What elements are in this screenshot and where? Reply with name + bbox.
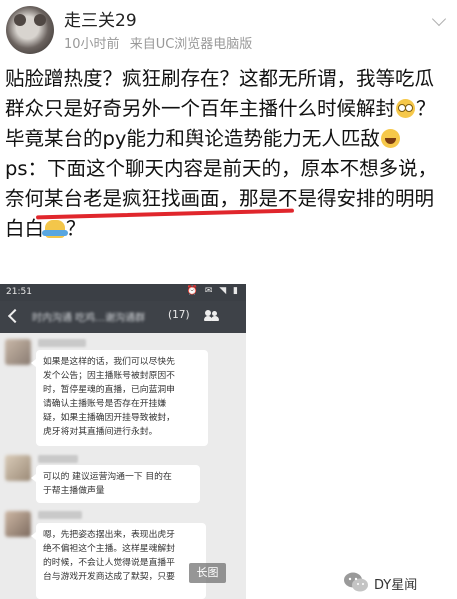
sender-avatar	[5, 455, 31, 481]
watermark-text: DY星闻	[374, 578, 418, 593]
message-line: 于帮主播做声量	[43, 486, 105, 496]
sender-name-blurred	[38, 455, 78, 463]
long-image-badge[interactable]: 长图	[189, 563, 226, 583]
message-line: 如果是这样的话，我们可以尽快先	[43, 357, 175, 367]
chat-bubble: 如果是这样的话，我们可以尽快先 发个公告；因主播账号被封原因不 时，暂停星魂的直…	[31, 350, 208, 446]
message-line: 台与游戏开发商达成了默契，只要	[43, 572, 175, 582]
message-line: 时，暂停星魂的直播，已向蓝洞申	[43, 385, 175, 395]
chat-messages: 如果是这样的话，我们可以尽快先 发个公告；因主播账号被封原因不 时，暂停星魂的直…	[0, 333, 246, 599]
post-meta: 10小时前 来自UC浏览器电脑版	[64, 33, 252, 52]
message-line: 嗯，先把姿态摆出来，表现出虎牙	[43, 530, 175, 540]
shrug-emoji-icon	[42, 220, 69, 238]
chat-screenshot[interactable]: 21:51 ⏰ ✉ ◥ ▮ 时内沟通 吃鸡…谢沟通群 (17) 如果是这样的话，…	[0, 284, 457, 599]
message-line: 虎牙将对其直播间进行永封。	[43, 427, 158, 437]
username[interactable]: 走三关29	[64, 6, 137, 31]
message-line: 的时候，不会让人觉得说是直播平	[43, 558, 175, 568]
watermark: DY星闻	[342, 570, 454, 594]
status-icons: ⏰ ✉ ◥ ▮	[186, 286, 240, 296]
avatar-ear-right	[34, 14, 46, 26]
message-line: 发个公告；因主播账号被封原因不	[43, 371, 175, 381]
status-time: 21:51	[6, 287, 32, 297]
sender-name-blurred	[38, 511, 82, 519]
sender-name-blurred	[38, 339, 86, 347]
ps-end: ？	[66, 217, 86, 240]
message-line: 可以的 建议运营沟通一下 目的在	[43, 472, 172, 482]
post-time: 10小时前	[64, 37, 120, 52]
avatar[interactable]	[6, 6, 54, 54]
group-members-icon	[204, 310, 219, 322]
wechat-logo-icon	[344, 572, 368, 592]
chat-bubble: 可以的 建议运营沟通一下 目的在 于帮主播做声量	[31, 465, 200, 503]
post-source: 来自UC浏览器电脑版	[129, 37, 253, 52]
laughing-emoji-icon	[380, 129, 400, 148]
post-text-1: 贴脸蹭热度？疯狂刷存在？这都无所谓，我等吃瓜群众只是好奇另外一个百年主播什么时候…	[5, 67, 435, 120]
sender-avatar	[5, 511, 31, 537]
message-line: 绝不偏袒这个主播。这样星魂解封	[43, 544, 175, 554]
ps-prefix: ps：	[5, 157, 48, 180]
message-line: 请确认主播账号是否存在开挂嫌	[43, 399, 167, 409]
eyes-emoji-icon	[396, 99, 416, 118]
chat-title: 时内沟通 吃鸡…谢沟通群	[32, 313, 146, 324]
chevron-down-icon[interactable]	[431, 11, 447, 27]
ps-underlined-text: 下面这个聊天内容是前天的	[47, 157, 282, 180]
status-bar: 21:51 ⏰ ✉ ◥ ▮	[0, 284, 246, 301]
member-count: (17)	[168, 309, 190, 321]
back-arrow-icon	[7, 308, 23, 324]
message-line: 疑，如果主播确因开挂导致被封，	[43, 413, 175, 423]
avatar-ear-left	[14, 14, 26, 26]
chat-header: 时内沟通 吃鸡…谢沟通群 (17)	[0, 301, 246, 333]
chat-bubble: 嗯，先把姿态摆出来，表现出虎牙 绝不偏袒这个主播。这样星魂解封 的时候，不会让人…	[31, 523, 206, 599]
sender-avatar	[5, 339, 31, 365]
post-header: 走三关29 10小时前 来自UC浏览器电脑版	[0, 0, 457, 62]
